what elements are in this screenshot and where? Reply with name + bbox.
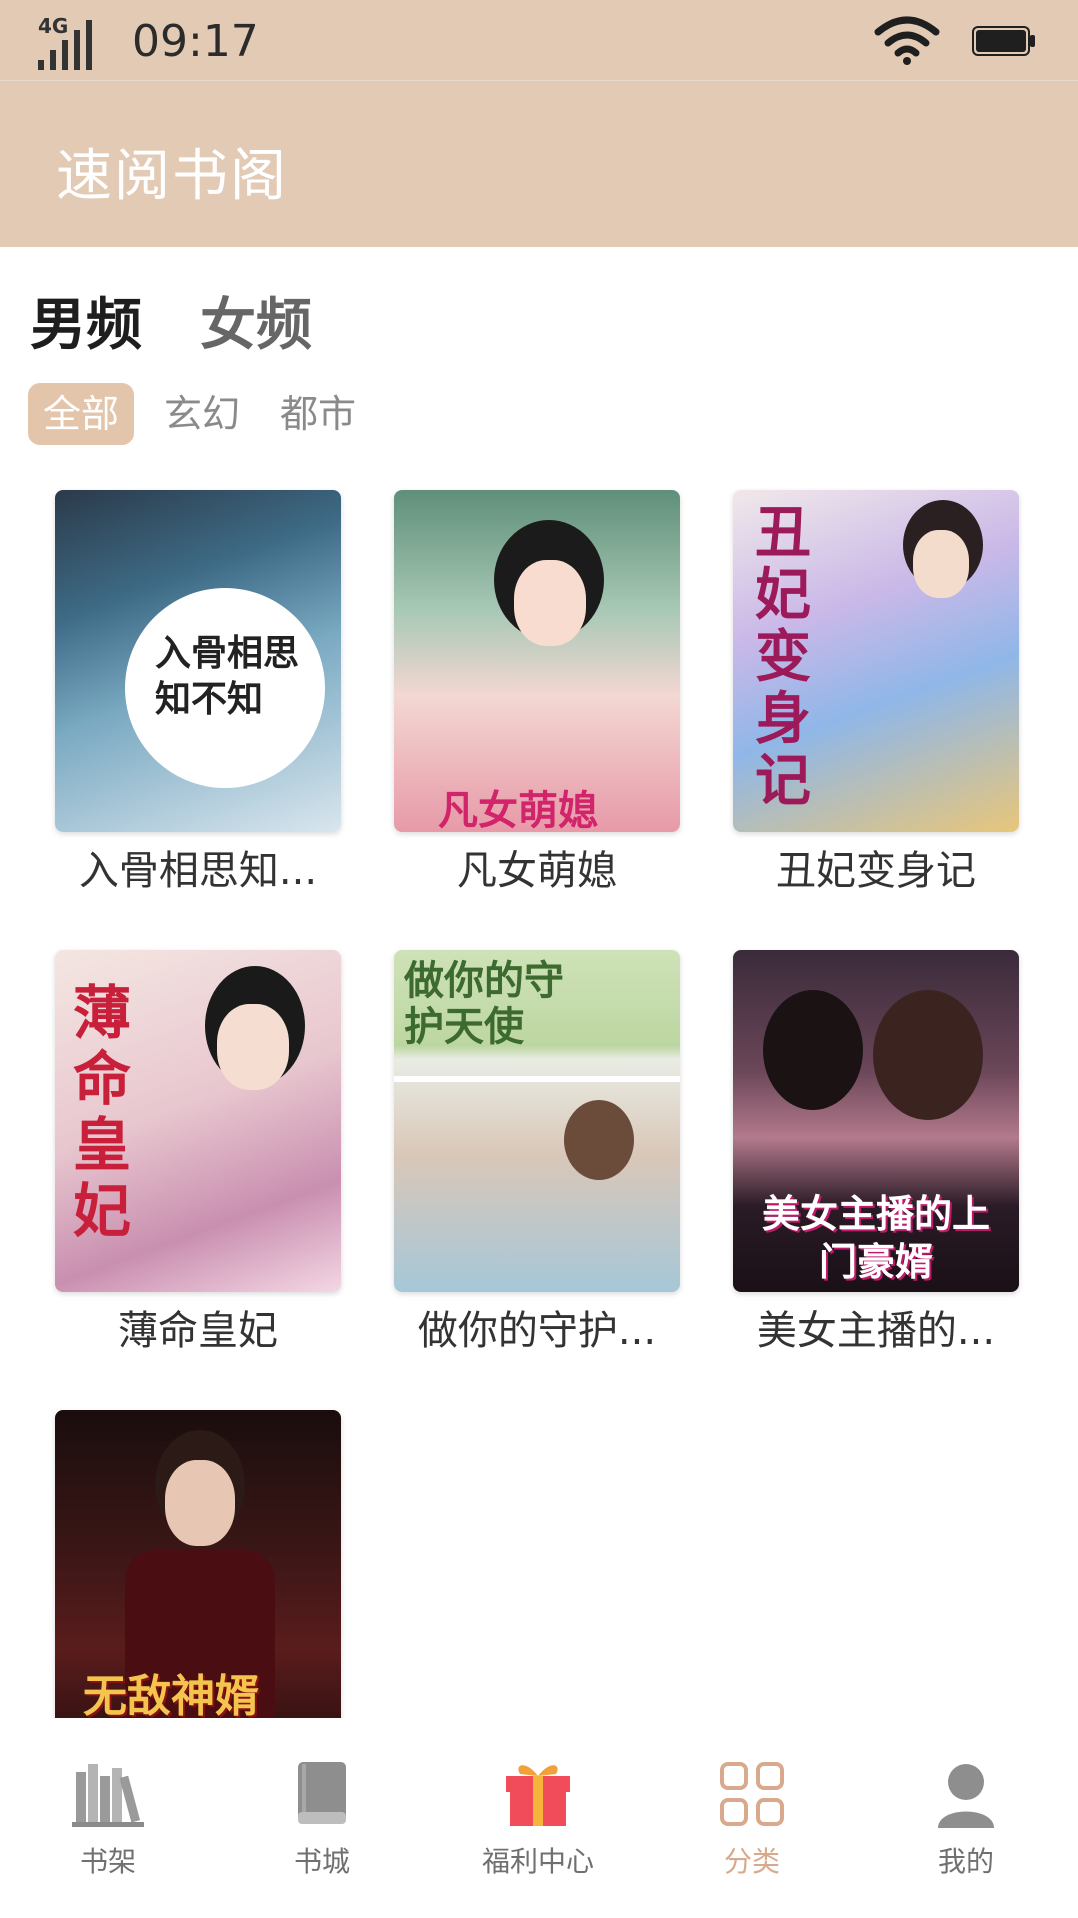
cover-title: 薄命皇妃 — [73, 979, 132, 1245]
nav-category[interactable]: 分类 — [692, 1758, 812, 1880]
status-bar: 4G 09:17 — [0, 0, 1078, 81]
cover-title: 入骨相思知不知 — [155, 632, 300, 720]
battery-icon — [972, 26, 1035, 56]
book-cover[interactable]: 做你的守护天使 — [394, 950, 680, 1292]
book-icon — [298, 1762, 346, 1824]
book-item[interactable]: 无敌神婿 — [55, 1410, 341, 1758]
signal-icon: 4G — [36, 14, 96, 70]
cover-title: 凡女萌媳 — [438, 787, 598, 832]
tab-female[interactable]: 女频 — [200, 280, 312, 361]
book-cover[interactable]: 凡女萌媳 — [394, 490, 680, 832]
book-item[interactable]: 美女主播的上门豪婿 美女主播的... — [733, 950, 1019, 1356]
grid-icon — [720, 1762, 784, 1826]
book-title: 做你的守护... — [417, 1308, 657, 1354]
book-title: 薄命皇妃 — [118, 1308, 278, 1354]
cover-title: 无敌神婿 — [83, 1671, 259, 1722]
book-item[interactable]: 凡女萌媳 凡女萌媳 — [394, 490, 680, 896]
book-item[interactable]: 薄命皇妃 薄命皇妃 — [55, 950, 341, 1356]
category-chip-all[interactable]: 全部 — [28, 383, 134, 445]
book-title: 美女主播的... — [756, 1308, 996, 1354]
book-item[interactable]: 入骨相思知不知 入骨相思知... — [55, 490, 341, 896]
book-title: 丑妃变身记 — [776, 848, 976, 894]
nav-bookstore[interactable]: 书城 — [262, 1758, 382, 1880]
tab-male[interactable]: 男频 — [30, 280, 142, 361]
book-cover[interactable]: 美女主播的上门豪婿 — [733, 950, 1019, 1292]
nav-profile[interactable]: 我的 — [906, 1758, 1026, 1880]
book-cover[interactable]: 丑妃变身记 — [733, 490, 1019, 832]
network-type: 4G — [38, 14, 69, 38]
book-item[interactable]: 做你的守护天使 做你的守护... — [394, 950, 680, 1356]
clock: 09:17 — [132, 16, 259, 67]
app-title: 速阅书阁 — [56, 144, 288, 209]
nav-label: 我的 — [937, 1845, 994, 1878]
book-cover[interactable]: 无敌神婿 — [55, 1410, 341, 1752]
nav-label: 书城 — [293, 1845, 350, 1878]
bookshelf-icon — [72, 1764, 144, 1827]
category-chip-dushi[interactable]: 都市 — [272, 383, 364, 445]
book-cover[interactable]: 入骨相思知不知 — [55, 490, 341, 832]
book-cover[interactable]: 薄命皇妃 — [55, 950, 341, 1292]
gift-icon — [506, 1765, 570, 1826]
nav-welfare-center[interactable]: 福利中心 — [478, 1758, 598, 1880]
app-header: 速阅书阁 — [0, 81, 1078, 247]
category-chip-xuanhuan[interactable]: 玄幻 — [156, 383, 248, 445]
wifi-icon — [874, 16, 940, 65]
nav-label: 书架 — [79, 1845, 136, 1878]
cover-title: 做你的守护天使 — [404, 957, 564, 1050]
nav-label: 分类 — [723, 1845, 780, 1878]
cover-title: 美女主播的上门豪婿 — [761, 1191, 990, 1284]
book-title: 凡女萌媳 — [457, 848, 617, 894]
bottom-nav: 书架 书城 福利中心 分类 我的 — [0, 1718, 1078, 1918]
cover-title: 丑妃变身记 — [755, 500, 811, 814]
user-icon — [938, 1764, 994, 1828]
nav-bookshelf[interactable]: 书架 — [48, 1758, 168, 1880]
book-title: 入骨相思知... — [78, 848, 318, 894]
nav-label: 福利中心 — [481, 1845, 594, 1878]
book-item[interactable]: 丑妃变身记 丑妃变身记 — [733, 490, 1019, 896]
